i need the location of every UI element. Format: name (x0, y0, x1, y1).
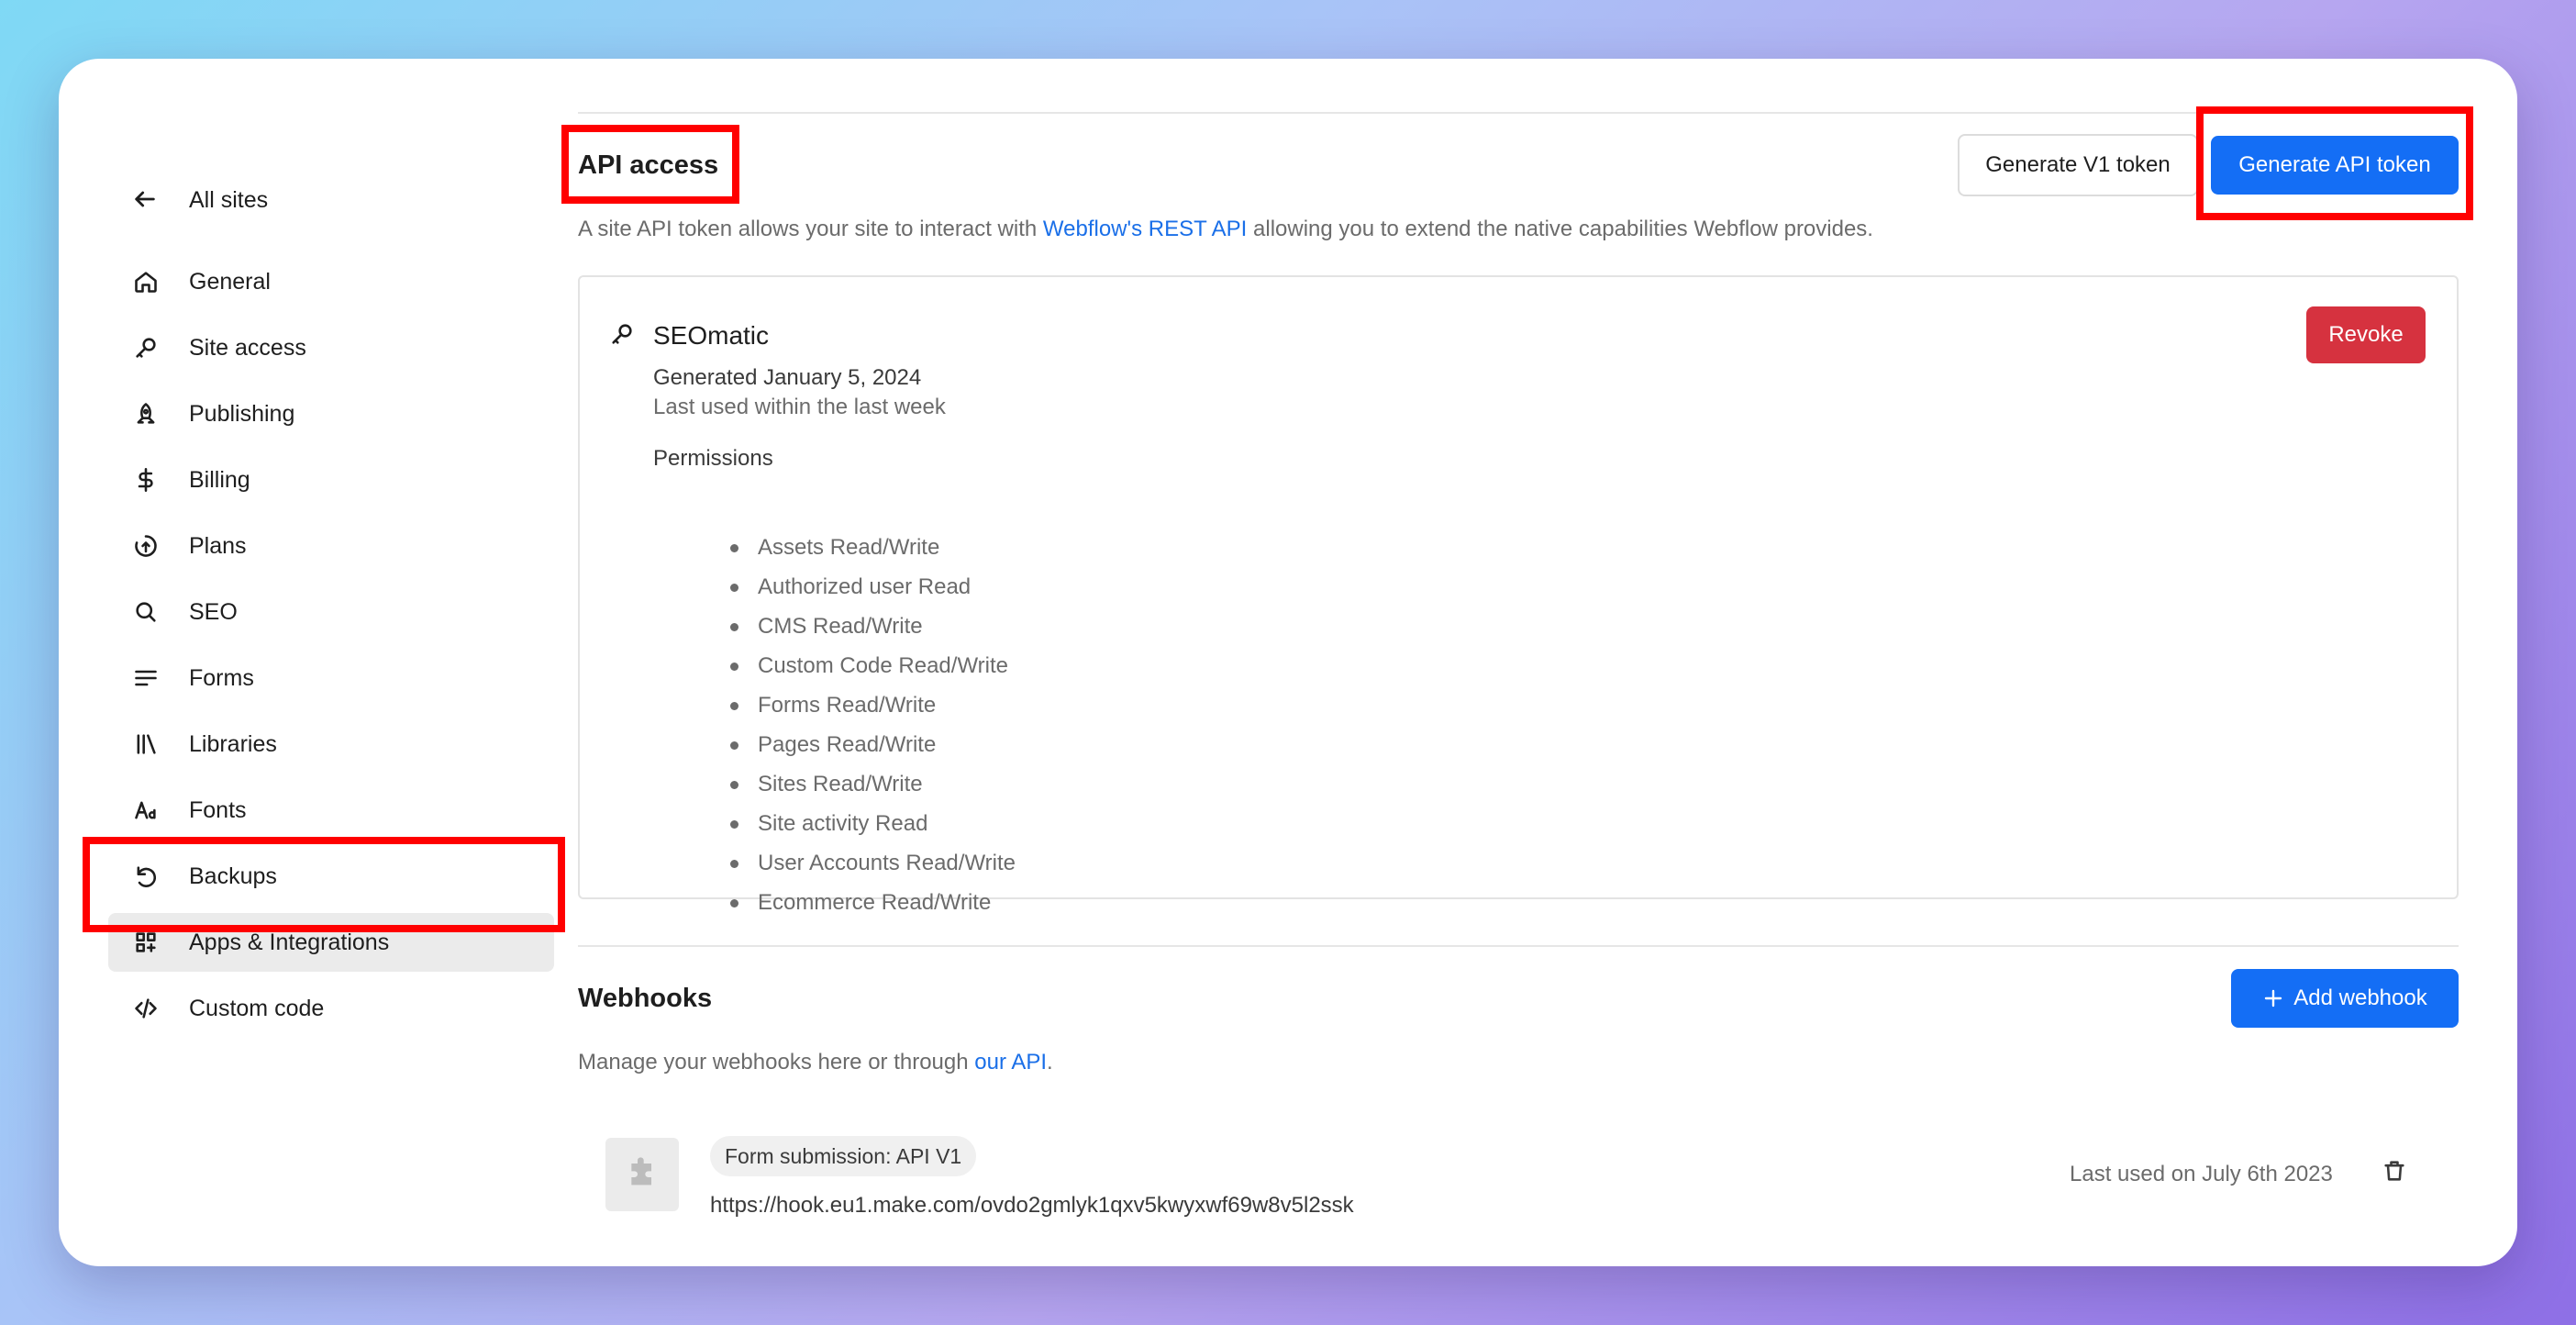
api-access-title: API access (578, 150, 719, 180)
add-webhook-label: Add webhook (2293, 985, 2427, 1010)
permission-item: Site activity Read (729, 804, 1016, 843)
our-api-link[interactable]: our API (974, 1050, 1047, 1074)
sidebar-item-label: General (189, 268, 271, 295)
sidebar-item-seo[interactable]: SEO (108, 583, 554, 641)
sidebar-item-site-access[interactable]: Site access (108, 318, 554, 377)
permission-item: Forms Read/Write (729, 685, 1016, 725)
sidebar-item-fonts[interactable]: Fonts (108, 781, 554, 840)
home-icon (132, 268, 160, 295)
webhook-app-thumbnail (605, 1138, 679, 1211)
sidebar-item-libraries[interactable]: Libraries (108, 715, 554, 774)
permission-item: Custom Code Read/Write (729, 646, 1016, 685)
webhook-url: https://hook.eu1.make.com/ovdo2gmlyk1qxv… (710, 1193, 1354, 1218)
all-sites-link[interactable]: All sites (108, 171, 554, 229)
key-icon (132, 334, 160, 362)
sidebar-item-label: SEO (189, 598, 238, 625)
sidebar-item-label: Fonts (189, 796, 247, 823)
key-icon (609, 321, 638, 351)
permission-item: Assets Read/Write (729, 528, 1016, 567)
search-icon (132, 598, 160, 626)
sidebar-item-apps-integrations[interactable]: Apps & Integrations (108, 913, 554, 972)
fonts-icon (132, 796, 160, 824)
description-text: allowing you to extend the native capabi… (1247, 217, 1873, 241)
apps-icon (132, 929, 160, 956)
permission-item: User Accounts Read/Write (729, 843, 1016, 883)
forms-icon (132, 664, 160, 692)
dollar-icon (132, 466, 160, 494)
add-webhook-button[interactable]: Add webhook (2231, 969, 2459, 1028)
token-last-used: Last used within the last week (653, 395, 946, 419)
description-text: A site API token allows your site to int… (578, 217, 1043, 241)
api-access-description: A site API token allows your site to int… (578, 217, 1873, 242)
generate-api-token-button[interactable]: Generate API token (2211, 136, 2459, 195)
webhook-trigger-tag: Form submission: API V1 (710, 1136, 977, 1176)
sidebar-item-backups[interactable]: Backups (108, 847, 554, 906)
sidebar-item-custom-code[interactable]: Custom code (108, 979, 554, 1038)
sidebar-item-forms[interactable]: Forms (108, 649, 554, 707)
backup-icon (132, 863, 160, 890)
rocket-icon (132, 400, 160, 428)
trash-icon (2382, 1161, 2407, 1187)
plans-icon (132, 532, 160, 560)
description-text: . (1047, 1050, 1053, 1074)
permissions-label: Permissions (653, 446, 773, 471)
generate-v1-token-button[interactable]: Generate V1 token (1958, 134, 2198, 196)
sidebar-item-label: Backups (189, 863, 277, 889)
permission-item: CMS Read/Write (729, 607, 1016, 646)
revoke-button[interactable]: Revoke (2306, 306, 2426, 363)
sidebar-item-label: Libraries (189, 730, 277, 757)
plus-icon (2262, 987, 2284, 1009)
sidebar-item-plans[interactable]: Plans (108, 517, 554, 575)
settings-window: All sites General Site access Publishing… (59, 59, 2517, 1266)
permission-item: Pages Read/Write (729, 725, 1016, 764)
sidebar-item-label: Billing (189, 466, 250, 493)
sidebar-item-label: Plans (189, 532, 247, 559)
sidebar-item-label: Apps & Integrations (189, 929, 390, 955)
permissions-list: Assets Read/Write Authorized user Read C… (729, 528, 1016, 922)
puzzle-icon (624, 1154, 661, 1196)
token-name: SEOmatic (653, 321, 770, 350)
sidebar-item-label: Site access (189, 334, 306, 361)
libraries-icon (132, 730, 160, 758)
rest-api-link[interactable]: Webflow's REST API (1043, 217, 1247, 241)
webhooks-description: Manage your webhooks here or through our… (578, 1050, 1053, 1075)
sidebar-item-label: Custom code (189, 995, 325, 1021)
token-generated-date: Generated January 5, 2024 (653, 365, 922, 390)
arrow-left-icon (132, 186, 160, 214)
sidebar-item-general[interactable]: General (108, 252, 554, 311)
delete-webhook-button[interactable] (2382, 1158, 2411, 1187)
permission-item: Ecommerce Read/Write (729, 883, 1016, 922)
sidebar-item-label: Publishing (189, 400, 295, 427)
sidebar-item-label: Forms (189, 664, 254, 691)
top-divider (578, 112, 2459, 114)
code-icon (132, 995, 160, 1022)
permission-item: Authorized user Read (729, 567, 1016, 607)
description-text: Manage your webhooks here or through (578, 1050, 975, 1074)
sidebar-item-billing[interactable]: Billing (108, 451, 554, 509)
all-sites-label: All sites (189, 186, 269, 213)
sidebar-item-publishing[interactable]: Publishing (108, 384, 554, 443)
webhooks-title: Webhooks (578, 984, 713, 1013)
webhook-last-used: Last used on July 6th 2023 (2070, 1162, 2333, 1186)
sidebar: All sites General Site access Publishing… (59, 59, 572, 1266)
permission-item: Sites Read/Write (729, 764, 1016, 804)
webhooks-divider (578, 945, 2459, 947)
